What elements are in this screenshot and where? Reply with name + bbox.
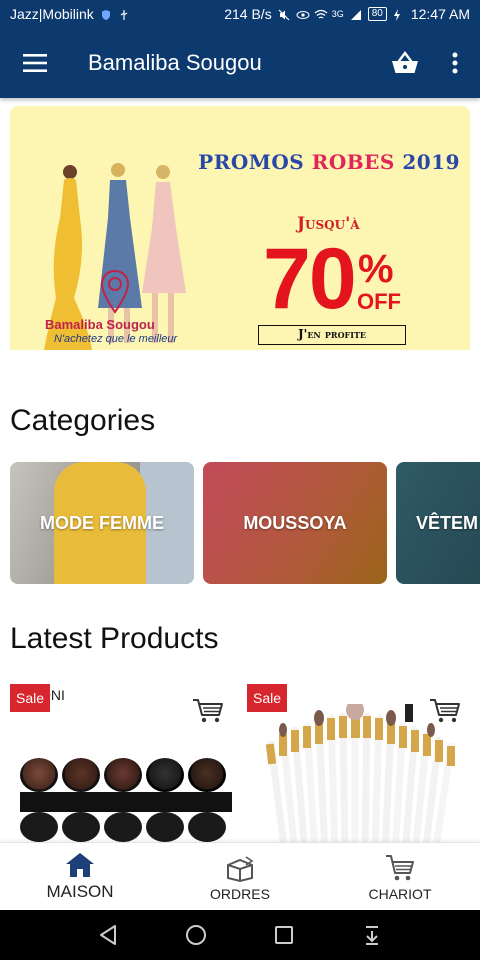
product-image-gel-liner [20,758,232,844]
pot [62,758,100,792]
home-system-button[interactable] [182,921,210,949]
location-pin-icon [100,270,130,314]
banner-tagline: N'achetez que le meilleur [54,333,178,345]
promo-off-text: OFF [357,289,401,314]
promo-title-word2: ROBES [311,150,395,174]
back-button[interactable] [94,921,122,949]
promo-title-year: 2019 [402,150,460,174]
sale-badge: Sale [247,684,288,712]
recents-button[interactable] [270,921,298,949]
mute-icon [278,8,290,21]
banner-brand: Bamaliba Sougou [45,317,155,332]
usb-icon [118,8,130,20]
product-card[interactable]: Sale [247,684,475,844]
network-type-text: 3G [331,9,344,19]
promo-cta-button[interactable]: J'en profite [258,325,406,345]
promo-percent-sign: % [358,247,394,291]
hamburger-menu-button[interactable] [0,28,70,98]
add-to-cart-button[interactable] [429,698,461,729]
promo-banner[interactable]: Bamaliba Sougou N'achetez que le meilleu… [10,106,470,350]
products-list: Sale ONI Sale [0,674,480,844]
pot-lid [20,812,58,842]
back-triangle-icon [100,925,116,945]
basket-button[interactable] [380,28,430,98]
category-card-mode-femme[interactable]: MODE FEMME [10,462,194,584]
wifi-icon [314,8,328,20]
cart-icon [430,699,460,723]
nav-item-chariot[interactable]: CHARIOT [320,843,480,910]
promo-title: PROMOS ROBES 2019 [198,150,460,174]
box-icon [227,856,254,882]
pot-lid [104,812,142,842]
category-label: MOUSSOYA [243,512,347,533]
sale-badge: Sale [10,684,51,712]
system-navigation-bar [0,910,480,960]
home-circle-icon [186,925,206,945]
categories-heading: Categories [10,404,156,437]
nav-item-ordres[interactable]: ORDRES [160,843,320,910]
app-bar: Bamaliba Sougou [0,28,480,98]
clock-text: 12:47 AM [410,6,470,22]
nav-label: MAISON [46,882,114,901]
latest-products-heading: Latest Products [10,622,219,655]
more-vert-icon [452,52,458,74]
promo-discount-value: 70 [263,231,357,327]
home-icon [66,853,94,877]
status-bar: Jazz|Mobilink 214 B/s 3G 80 12:47 AM [0,0,480,28]
more-options-button[interactable] [430,28,480,98]
shield-icon [100,8,112,20]
basket-icon [392,51,418,73]
bottom-navigation: MAISON ORDRES CHARIOT [0,842,480,910]
nav-label: CHARIOT [368,886,432,902]
promo-title-word1: PROMOS [198,150,305,174]
pot [188,758,226,792]
charging-icon [393,8,405,21]
pot-lid [62,812,100,842]
battery-indicator: 80 [367,7,387,21]
categories-carousel[interactable]: MODE FEMME MOUSSOYA VÊTEM FEMME [10,462,480,586]
app-title: Bamaliba Sougou [88,50,262,75]
pot [104,758,142,792]
pot-base [20,792,232,812]
category-label: VÊTEM FEMME [416,513,480,533]
category-card-moussoya[interactable]: MOUSSOYA [203,462,387,584]
recents-square-icon [275,926,293,944]
cart-icon [193,699,223,723]
pull-down-icon [366,926,378,945]
category-card-vetements-femme[interactable]: VÊTEM FEMME [396,462,480,584]
pot [20,758,58,792]
network-speed-text: 214 B/s [224,6,272,22]
pot-lid [188,812,226,842]
nav-item-maison[interactable]: MAISON [0,843,160,910]
signal-icon [350,8,362,20]
category-label: MODE FEMME [40,512,164,533]
nav-label: ORDRES [210,886,270,902]
hamburger-menu-icon [23,54,47,72]
product-card[interactable]: Sale ONI [10,684,238,844]
pot-lid [146,812,184,842]
carrier-text: Jazz|Mobilink [10,6,94,22]
pot [146,758,184,792]
notification-pull-button[interactable] [358,921,386,949]
add-to-cart-button[interactable] [192,698,224,729]
eye-icon [296,8,310,20]
cart-icon [386,855,414,881]
